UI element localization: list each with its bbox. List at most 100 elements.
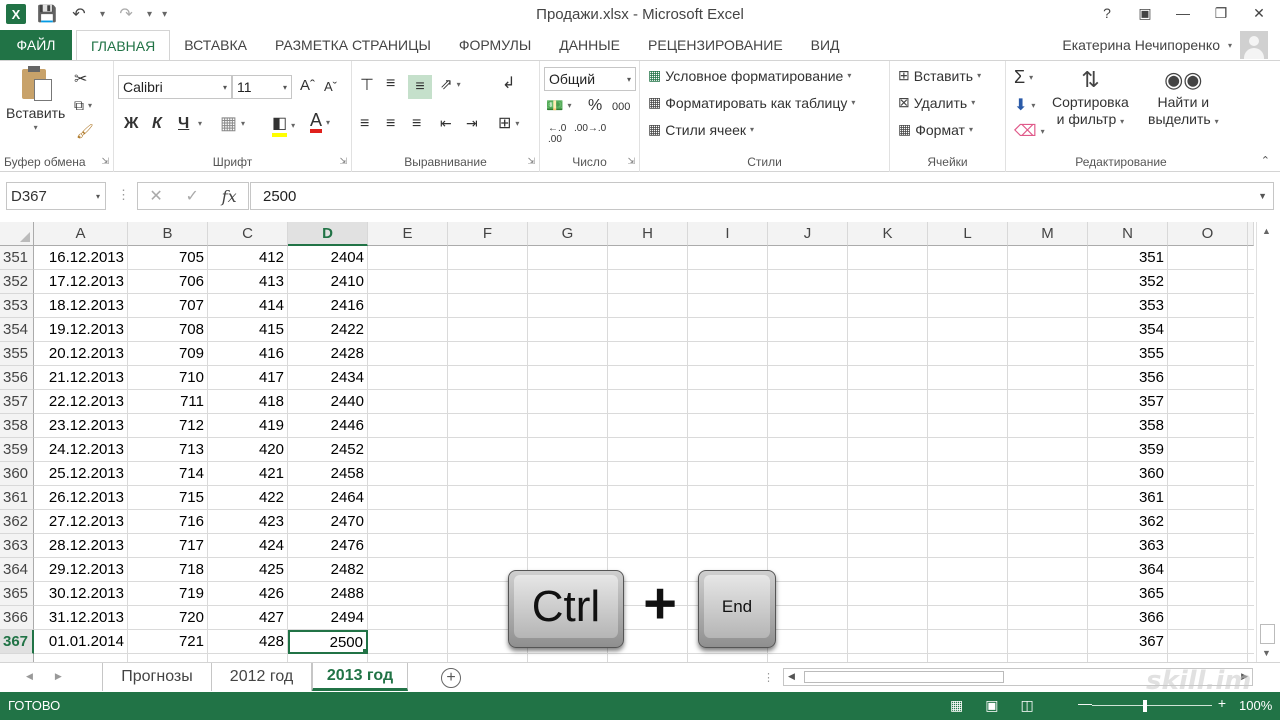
percent-button[interactable]: % bbox=[588, 97, 602, 115]
cell-h[interactable] bbox=[608, 246, 688, 270]
cell-j[interactable] bbox=[768, 270, 848, 294]
scroll-down-icon[interactable]: ▼ bbox=[1262, 648, 1271, 658]
cell-b[interactable]: 717 bbox=[128, 534, 208, 558]
cell-g[interactable] bbox=[528, 486, 608, 510]
cell-e[interactable] bbox=[368, 294, 448, 318]
align-bottom-icon[interactable]: ≡ bbox=[408, 75, 432, 99]
column-header-d[interactable]: D bbox=[288, 222, 368, 246]
decrease-decimal-icon[interactable]: .00→.0 bbox=[574, 123, 606, 134]
tab-home[interactable]: ГЛАВНАЯ bbox=[76, 30, 171, 61]
cell-b[interactable]: 716 bbox=[128, 510, 208, 534]
cell-e[interactable] bbox=[368, 390, 448, 414]
cell-n[interactable]: 358 bbox=[1088, 414, 1168, 438]
cell-o[interactable] bbox=[1168, 534, 1248, 558]
cell-h[interactable] bbox=[608, 366, 688, 390]
cell-k[interactable] bbox=[848, 366, 928, 390]
cell-k[interactable] bbox=[848, 558, 928, 582]
cell-l[interactable] bbox=[928, 510, 1008, 534]
cell-o[interactable] bbox=[1168, 558, 1248, 582]
cell-c[interactable]: 415 bbox=[208, 318, 288, 342]
tab-file[interactable]: ФАЙЛ bbox=[0, 30, 72, 60]
select-all-button[interactable] bbox=[0, 222, 34, 246]
cell-o[interactable] bbox=[1168, 510, 1248, 534]
row-header[interactable]: 362 bbox=[0, 510, 34, 534]
orientation-icon[interactable]: ⇗ ▾ bbox=[440, 75, 461, 93]
column-header-l[interactable]: L bbox=[928, 222, 1008, 246]
cell-i[interactable] bbox=[688, 654, 768, 662]
cell-f[interactable] bbox=[448, 438, 528, 462]
row-header[interactable]: 366 bbox=[0, 606, 34, 630]
row-header[interactable]: 363 bbox=[0, 534, 34, 558]
cell-f[interactable] bbox=[448, 270, 528, 294]
tab-review[interactable]: РЕЦЕНЗИРОВАНИЕ bbox=[634, 30, 797, 60]
cell-k[interactable] bbox=[848, 318, 928, 342]
cell-f[interactable] bbox=[448, 462, 528, 486]
cell-b[interactable] bbox=[128, 654, 208, 662]
cell-b[interactable]: 710 bbox=[128, 366, 208, 390]
cell-o[interactable] bbox=[1168, 318, 1248, 342]
cell-e[interactable] bbox=[368, 366, 448, 390]
column-header-h[interactable]: H bbox=[608, 222, 688, 246]
cell-f[interactable] bbox=[448, 510, 528, 534]
find-select-button[interactable]: ◉◉ Найти и выделить ▾ bbox=[1148, 67, 1219, 127]
cell-k[interactable] bbox=[848, 342, 928, 366]
copy-icon[interactable]: ⧉ ▾ bbox=[74, 97, 92, 114]
cell-m[interactable] bbox=[1008, 606, 1088, 630]
conditional-formatting-button[interactable]: ▦ Условное форматирование ▾ bbox=[648, 67, 851, 84]
delete-cells-button[interactable]: ⊠ Удалить ▾ bbox=[898, 94, 975, 111]
cell-l[interactable] bbox=[928, 438, 1008, 462]
cell-d[interactable] bbox=[288, 654, 368, 662]
cell-e[interactable] bbox=[368, 246, 448, 270]
dialog-launcher-icon[interactable]: ⇲ bbox=[627, 156, 635, 167]
cell-k[interactable] bbox=[848, 486, 928, 510]
cell-b[interactable]: 709 bbox=[128, 342, 208, 366]
cell-c[interactable]: 420 bbox=[208, 438, 288, 462]
row-header[interactable]: 354 bbox=[0, 318, 34, 342]
decrease-indent-icon[interactable]: ⇤ bbox=[440, 115, 452, 132]
cell-l[interactable] bbox=[928, 558, 1008, 582]
dialog-launcher-icon[interactable]: ⇲ bbox=[339, 156, 347, 167]
cell-e[interactable] bbox=[368, 438, 448, 462]
cell-g[interactable] bbox=[528, 462, 608, 486]
cell-c[interactable]: 424 bbox=[208, 534, 288, 558]
cell-o[interactable] bbox=[1168, 462, 1248, 486]
cell-b[interactable]: 706 bbox=[128, 270, 208, 294]
cell-h[interactable] bbox=[608, 486, 688, 510]
cell-l[interactable] bbox=[928, 414, 1008, 438]
dialog-launcher-icon[interactable]: ⇲ bbox=[527, 156, 535, 167]
cell-f[interactable] bbox=[448, 366, 528, 390]
cell-c[interactable]: 426 bbox=[208, 582, 288, 606]
grow-font-icon[interactable]: Aˆ bbox=[300, 77, 315, 94]
tab-data[interactable]: ДАННЫЕ bbox=[545, 30, 634, 60]
vertical-scrollbar[interactable]: ▲ ▼ bbox=[1256, 222, 1278, 662]
cell-g[interactable] bbox=[528, 342, 608, 366]
formula-input[interactable]: 2500 ▼ bbox=[250, 182, 1274, 210]
cell-i[interactable] bbox=[688, 318, 768, 342]
cell-b[interactable]: 711 bbox=[128, 390, 208, 414]
cell-g[interactable] bbox=[528, 510, 608, 534]
cell-l[interactable] bbox=[928, 486, 1008, 510]
cell-e[interactable] bbox=[368, 606, 448, 630]
cell-k[interactable] bbox=[848, 414, 928, 438]
cell-a[interactable]: 29.12.2013 bbox=[34, 558, 128, 582]
cell-k[interactable] bbox=[848, 630, 928, 654]
cell-l[interactable] bbox=[928, 654, 1008, 662]
cell-c[interactable]: 425 bbox=[208, 558, 288, 582]
cell-j[interactable] bbox=[768, 438, 848, 462]
cell-f[interactable] bbox=[448, 318, 528, 342]
cell-o[interactable] bbox=[1168, 582, 1248, 606]
cell-m[interactable] bbox=[1008, 246, 1088, 270]
cell-d[interactable]: 2404 bbox=[288, 246, 368, 270]
cell-e[interactable] bbox=[368, 486, 448, 510]
zoom-slider[interactable]: — + bbox=[1078, 695, 1226, 714]
chevron-down-icon[interactable]: ▾ bbox=[198, 119, 202, 128]
cell-b[interactable]: 720 bbox=[128, 606, 208, 630]
align-right-icon[interactable]: ≡ bbox=[412, 115, 421, 133]
cell-g[interactable] bbox=[528, 294, 608, 318]
minimize-icon[interactable]: — bbox=[1174, 5, 1192, 22]
cell-h[interactable] bbox=[608, 438, 688, 462]
cell-j[interactable] bbox=[768, 414, 848, 438]
cell-j[interactable] bbox=[768, 582, 848, 606]
cell-i[interactable] bbox=[688, 486, 768, 510]
cell-m[interactable] bbox=[1008, 270, 1088, 294]
